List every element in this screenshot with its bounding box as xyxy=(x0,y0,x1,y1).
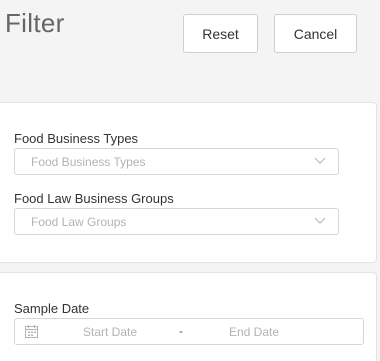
chevron-down-icon xyxy=(314,157,326,164)
business-filters-card: Food Business Types Food Business Types … xyxy=(0,102,377,263)
sample-date-label: Sample Date xyxy=(14,301,90,316)
page-title: Filter xyxy=(5,8,65,38)
chevron-down-icon xyxy=(314,217,326,224)
end-date-input[interactable]: End Date xyxy=(229,325,279,339)
reset-button-label: Reset xyxy=(202,25,239,42)
business-types-placeholder: Food Business Types xyxy=(31,155,146,169)
cancel-button[interactable]: Cancel xyxy=(274,14,357,53)
law-groups-select[interactable]: Food Law Groups xyxy=(14,208,339,235)
sample-date-card: Sample Date Start Date - End Date xyxy=(0,272,377,361)
date-range-picker[interactable]: Start Date - End Date xyxy=(14,318,364,345)
business-types-label: Food Business Types xyxy=(14,131,139,146)
filter-page: Filter Reset Cancel Food Business Types … xyxy=(0,0,380,361)
date-separator: - xyxy=(179,324,183,338)
start-date-input[interactable]: Start Date xyxy=(83,325,137,339)
business-types-select[interactable]: Food Business Types xyxy=(14,148,339,175)
reset-button[interactable]: Reset xyxy=(183,14,258,53)
cancel-button-label: Cancel xyxy=(293,25,338,42)
calendar-icon xyxy=(25,325,38,338)
law-groups-label: Food Law Business Groups xyxy=(14,191,174,206)
law-groups-placeholder: Food Law Groups xyxy=(31,215,127,229)
